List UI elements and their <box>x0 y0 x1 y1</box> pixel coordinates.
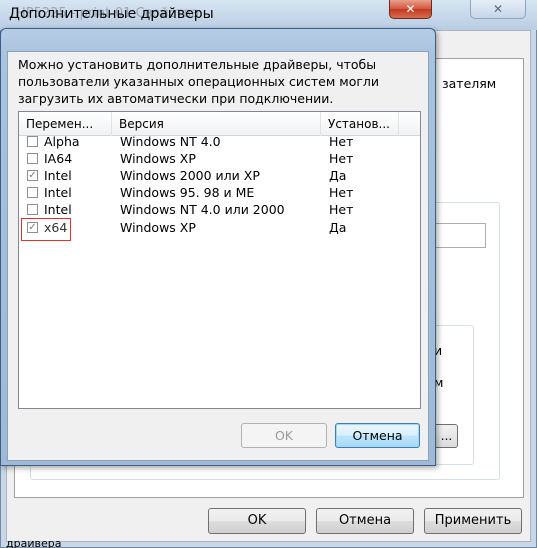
properties-ok-button[interactable]: OK <box>208 508 306 534</box>
highlight-box <box>21 218 71 241</box>
properties-browse-button[interactable]: ... <box>436 424 458 448</box>
column-header-version[interactable]: Версия <box>112 112 321 136</box>
installed-cell: Нет <box>329 134 354 149</box>
list-item[interactable]: ✓ x64 Windows XP Да <box>19 220 420 237</box>
properties-cancel-button[interactable]: Отмена <box>316 508 414 534</box>
list-item[interactable]: Intel Windows 95. 98 и ME Нет <box>19 185 420 202</box>
checkbox[interactable] <box>27 187 38 198</box>
dialog-cancel-button[interactable]: Отмена <box>335 423 420 448</box>
properties-text-field[interactable] <box>430 223 486 248</box>
checkbox-checked-icon[interactable]: ✓ <box>27 170 38 181</box>
version-cell: Windows 2000 или XP <box>120 168 260 183</box>
environment-cell: IA64 <box>44 151 73 166</box>
installed-cell: Нет <box>329 202 354 217</box>
list-item[interactable]: Alpha Windows NT 4.0 Нет <box>19 134 420 151</box>
column-header-environment[interactable]: Перемен... <box>19 112 112 136</box>
dialog-ok-button[interactable]: OK <box>241 423 327 448</box>
installed-cell: Да <box>329 220 347 235</box>
list-item[interactable]: Intel Windows NT 4.0 или 2000 Нет <box>19 202 420 219</box>
checkbox[interactable] <box>27 153 38 164</box>
installed-cell: Нет <box>329 185 354 200</box>
environment-cell: Intel <box>44 168 72 183</box>
properties-apply-button[interactable]: Применить <box>424 508 522 534</box>
installed-cell: Нет <box>329 151 354 166</box>
column-header-installed[interactable]: Установ... <box>321 112 399 136</box>
environment-cell: Alpha <box>44 134 80 149</box>
installed-cell: Да <box>329 168 347 183</box>
properties-partial-label: зателям <box>442 76 497 91</box>
list-item[interactable]: IA64 Windows XP Нет <box>19 151 420 168</box>
properties-close-icon[interactable]: ✕ <box>470 0 526 19</box>
list-item[interactable]: ✓ Intel Windows 2000 или XP Да <box>19 168 420 185</box>
checkbox[interactable] <box>27 204 38 215</box>
version-cell: Windows NT 4.0 <box>120 134 221 149</box>
dialog-description: Можно установить дополнительные драйверы… <box>18 57 380 106</box>
drivers-list-header: Перемен... Версия Установ... <box>19 112 420 136</box>
dialog-title: Дополнительные драйверы <box>9 6 214 22</box>
version-cell: Windows 95. 98 и ME <box>120 185 255 200</box>
version-cell: Windows XP <box>120 220 196 235</box>
dialog-close-icon[interactable]: ✕ <box>389 0 432 19</box>
checkbox[interactable] <box>27 136 38 147</box>
environment-cell: Intel <box>44 202 72 217</box>
version-cell: Windows NT 4.0 или 2000 <box>120 202 285 217</box>
version-cell: Windows XP <box>120 151 196 166</box>
properties-bottom-text: драйвера <box>6 540 62 548</box>
environment-cell: Intel <box>44 185 72 200</box>
